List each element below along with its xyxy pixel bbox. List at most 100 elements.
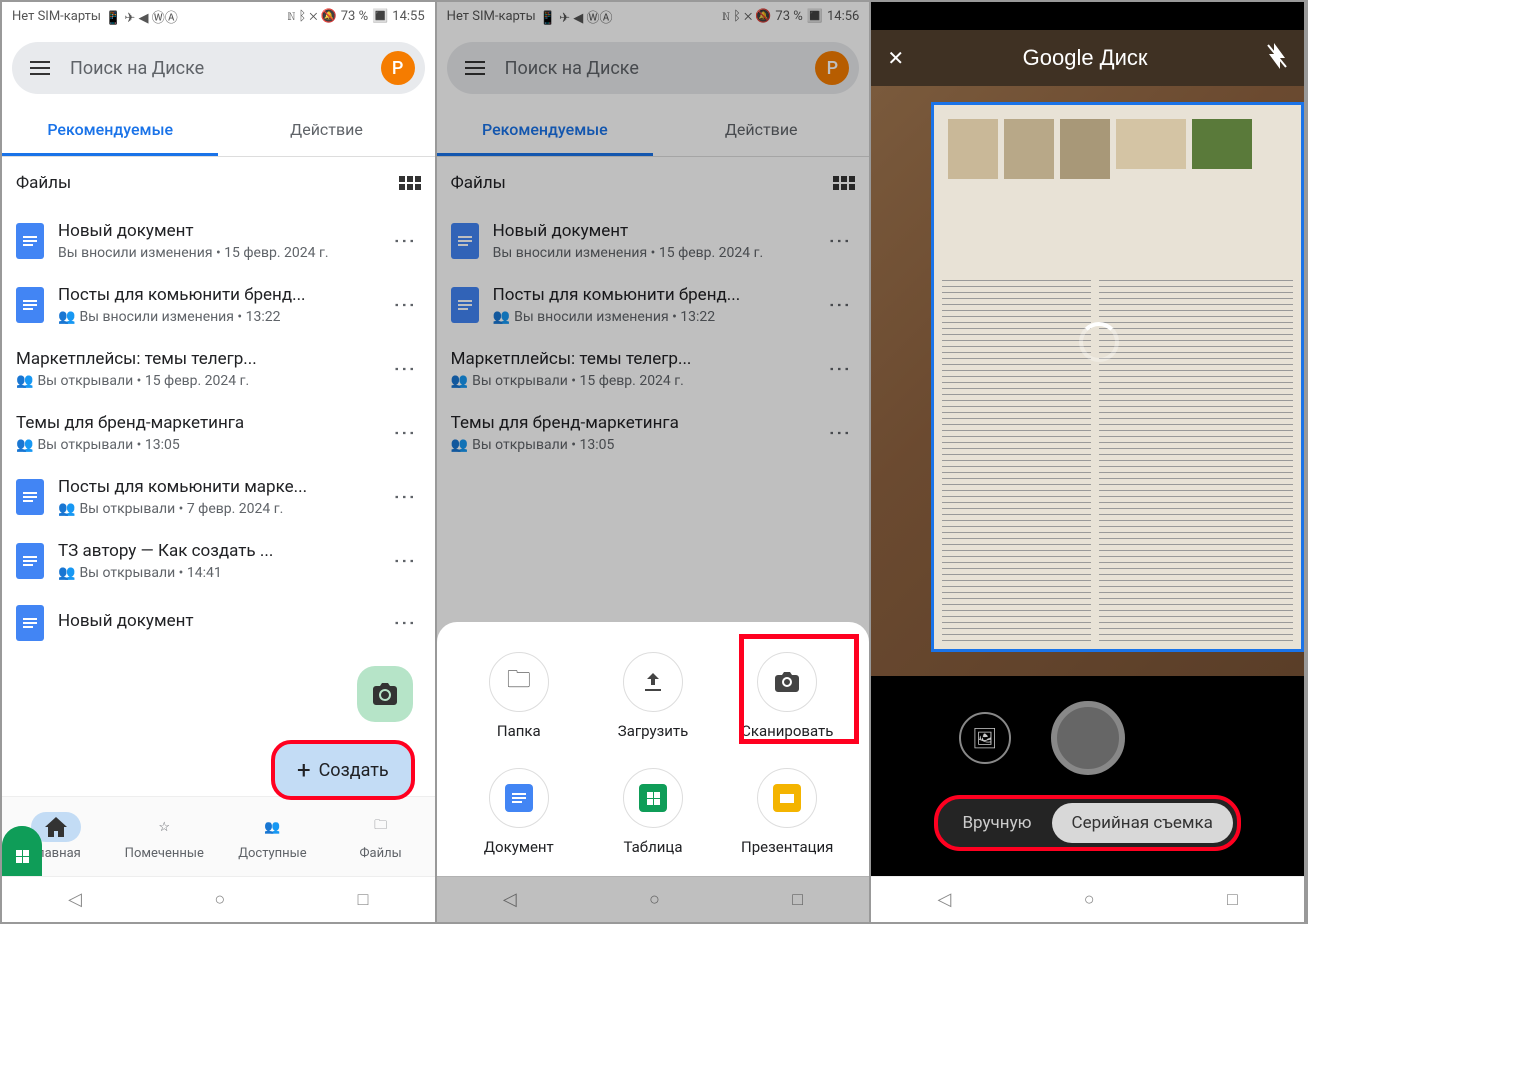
more-icon[interactable]: ⋮ (822, 294, 855, 316)
home-icon[interactable]: ○ (214, 889, 225, 910)
menu-icon[interactable] (22, 53, 58, 83)
search-placeholder: Поиск на Диске (70, 58, 369, 79)
sheet-upload[interactable]: Загрузить (591, 652, 715, 740)
sheet-table[interactable]: Таблица (591, 768, 715, 856)
more-icon[interactable]: ⋮ (388, 486, 421, 508)
loading-spinner (1079, 322, 1119, 362)
sheet-presentation[interactable]: Презентация (725, 768, 849, 856)
avatar[interactable]: P (381, 51, 415, 85)
file-row[interactable]: Посты для комьюнити бренд... 👥Вы вносили … (2, 273, 435, 337)
nav-files[interactable]: 🗀Файлы (327, 797, 435, 876)
fab-scan-button[interactable] (357, 666, 413, 722)
tabs: Рекомендуемые Действие (2, 106, 435, 157)
file-row[interactable]: Посты для комьюнити марке... 👥Вы открывал… (2, 465, 435, 529)
file-meta: 👥Вы открывали • 14:41 (58, 565, 374, 581)
file-title: Маркетплейсы: темы телегр... (16, 349, 374, 369)
file-meta: 👥Вы открывали • 15 февр. 2024 г. (16, 373, 374, 389)
close-icon[interactable]: ✕ (887, 46, 904, 70)
avatar[interactable]: P (815, 51, 849, 85)
mode-auto[interactable]: Серийная съемка (1052, 803, 1233, 843)
phone-screen-2: Нет SIM-карты 📱 ✈ ◀ ⓌⒶ ℕ ᛒ ✕ 🔕 73 % 🔳 14… (437, 2, 872, 922)
back-icon[interactable]: ◁ (68, 889, 82, 910)
recent-icon[interactable]: □ (358, 889, 369, 910)
grid-view-icon[interactable] (399, 176, 421, 190)
tab-activity[interactable]: Действие (218, 106, 434, 156)
more-icon[interactable]: ⋮ (388, 230, 421, 252)
mode-manual[interactable]: Вручную (942, 803, 1051, 843)
create-sheet: 🗀Папка Загрузить Сканировать Документ Та… (437, 622, 870, 876)
system-nav: ◁○□ (437, 876, 870, 922)
more-icon[interactable]: ⋮ (822, 422, 855, 444)
file-row[interactable]: Новый документ ⋮ (2, 593, 435, 653)
phone-screen-3-scanner: ✕ Google Диск 🖼 Вручную Серийная съемка … (871, 2, 1306, 922)
status-bar: Нет SIM-карты 📱 ✈ ◀ ⓌⒶ ℕ ᛒ ✕ 🔕 73 % 🔳 14… (2, 2, 435, 30)
system-nav: ◁ ○ □ (2, 876, 435, 922)
search-bar[interactable]: Поиск на Диске P (447, 42, 860, 94)
more-icon[interactable]: ⋮ (822, 230, 855, 252)
more-icon[interactable]: ⋮ (388, 612, 421, 634)
file-title: Посты для комьюнити бренд... (58, 285, 374, 305)
doc-icon (16, 287, 44, 323)
gallery-button[interactable]: 🖼 (959, 712, 1011, 764)
capture-mode-toggle[interactable]: Вручную Серийная съемка (934, 795, 1240, 851)
doc-icon (16, 479, 44, 515)
system-nav: ◁○□ (871, 876, 1304, 922)
nav-starred[interactable]: ☆Помеченные (110, 797, 218, 876)
camera-controls: 🖼 Вручную Серийная съемка (871, 676, 1304, 876)
file-title: Новый документ (58, 221, 374, 241)
more-icon[interactable]: ⋮ (388, 550, 421, 572)
file-title: Посты для комьюнити марке... (58, 477, 374, 497)
file-meta: 👥Вы открывали • 7 февр. 2024 г. (58, 501, 374, 517)
file-title: Новый документ (58, 611, 374, 631)
file-row[interactable]: Посты для комьюнити бренд... 👥Вы вносили … (437, 273, 870, 337)
tab-activity[interactable]: Действие (653, 106, 869, 156)
file-meta: Вы вносили изменения • 15 февр. 2024 г. (493, 245, 809, 261)
file-meta: 👥Вы вносили изменения • 13:22 (493, 309, 809, 325)
shutter-button[interactable] (1051, 701, 1125, 775)
fab-create-button[interactable]: +Создать (271, 740, 415, 800)
doc-icon (16, 605, 44, 641)
more-icon[interactable]: ⋮ (388, 358, 421, 380)
search-bar[interactable]: Поиск на Диске P (12, 42, 425, 94)
doc-icon (451, 223, 479, 259)
phone-screen-1: Нет SIM-карты 📱 ✈ ◀ ⓌⒶ ℕ ᛒ ✕ 🔕 73 % 🔳 14… (2, 2, 437, 922)
highlight-scan (739, 634, 859, 744)
tab-recommended[interactable]: Рекомендуемые (437, 106, 653, 156)
file-title: Темы для бренд-маркетинга (16, 413, 374, 433)
status-bar: Нет SIM-карты 📱 ✈ ◀ ⓌⒶ ℕ ᛒ ✕ 🔕 73 % 🔳 14… (437, 2, 870, 30)
file-row[interactable]: Маркетплейсы: темы телегр...👥Вы открывал… (437, 337, 870, 401)
file-title: Новый документ (493, 221, 809, 241)
file-meta: 👥Вы вносили изменения • 13:22 (58, 309, 374, 325)
file-meta: 👥Вы открывали • 13:05 (451, 437, 809, 453)
file-title: Темы для бренд-маркетинга (451, 413, 809, 433)
file-row[interactable]: Новый документ Вы вносили изменения • 15 … (437, 209, 870, 273)
doc-icon (16, 543, 44, 579)
more-icon[interactable]: ⋮ (822, 358, 855, 380)
file-meta: Вы вносили изменения • 15 февр. 2024 г. (58, 245, 374, 261)
file-title: ТЗ автору — Как создать ... (58, 541, 374, 561)
tab-recommended[interactable]: Рекомендуемые (2, 106, 218, 156)
sheet-doc[interactable]: Документ (457, 768, 581, 856)
flash-off-icon[interactable] (1266, 43, 1288, 74)
file-title: Посты для комьюнити бренд... (493, 285, 809, 305)
more-icon[interactable]: ⋮ (388, 294, 421, 316)
file-meta: 👥Вы открывали • 13:05 (16, 437, 374, 453)
more-icon[interactable]: ⋮ (388, 422, 421, 444)
file-row[interactable]: ТЗ автору — Как создать ... 👥Вы открывали… (2, 529, 435, 593)
scanner-topbar: ✕ Google Диск (871, 30, 1304, 86)
nav-shared[interactable]: 👥Доступные (218, 797, 326, 876)
grid-view-icon[interactable] (833, 176, 855, 190)
file-row[interactable]: Новый документ Вы вносили изменения • 15 … (2, 209, 435, 273)
scanner-title: Google Диск (1023, 45, 1148, 71)
section-label: Файлы (16, 173, 71, 193)
file-row[interactable]: Темы для бренд-маркетинга 👥Вы открывали •… (2, 401, 435, 465)
status-bar (871, 2, 1304, 30)
file-title: Маркетплейсы: темы телегр... (451, 349, 809, 369)
sheet-folder[interactable]: 🗀Папка (457, 652, 581, 740)
camera-viewfinder (871, 86, 1304, 676)
document-frame (931, 102, 1304, 652)
file-row[interactable]: Маркетплейсы: темы телегр... 👥Вы открывал… (2, 337, 435, 401)
menu-icon[interactable] (457, 53, 493, 83)
file-row[interactable]: Темы для бренд-маркетинга 👥Вы открывали •… (437, 401, 870, 465)
bottom-nav: Главная ☆Помеченные 👥Доступные 🗀Файлы (2, 796, 435, 876)
